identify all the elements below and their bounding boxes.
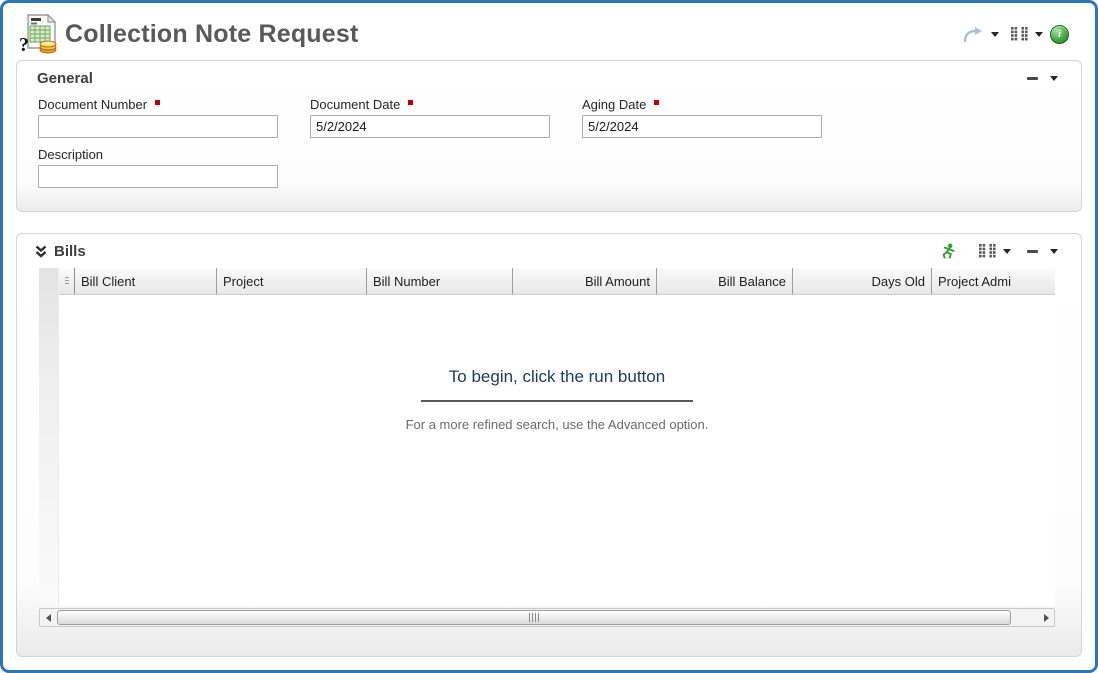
empty-state-title: To begin, click the run button — [59, 367, 1055, 387]
document-date-input[interactable] — [310, 115, 550, 138]
horizontal-scrollbar-track[interactable] — [56, 610, 1038, 625]
document-date-field: Document Date — [310, 97, 550, 138]
horizontal-scrollbar-thumb[interactable] — [57, 610, 1011, 625]
required-marker — [408, 100, 413, 105]
document-number-label: Document Number — [38, 97, 147, 112]
bills-column-chooser-caret[interactable] — [1003, 249, 1011, 254]
run-button[interactable] — [940, 243, 957, 260]
navigate-arrow-dropdown-caret[interactable] — [991, 32, 999, 37]
column-header-bill-amount[interactable]: Bill Amount — [513, 268, 657, 294]
column-header-bill-client[interactable]: Bill Client — [75, 268, 217, 294]
info-icon[interactable]: i — [1050, 25, 1069, 44]
column-header-bill-balance[interactable]: Bill Balance — [657, 268, 793, 294]
scroll-left-arrow[interactable] — [40, 609, 56, 626]
general-panel: General Document Number Document Date Ag… — [16, 60, 1082, 212]
column-chooser-dropdown-caret[interactable] — [1035, 32, 1043, 37]
general-panel-title: General — [37, 70, 93, 87]
horizontal-scrollbar[interactable] — [39, 608, 1055, 627]
bills-column-chooser-icon[interactable] — [979, 244, 1000, 259]
page-title: Collection Note Request — [65, 20, 359, 49]
bills-grid-header: Bill Client Project Bill Number Bill Amo… — [59, 268, 1055, 295]
general-panel-header: General — [17, 61, 1081, 91]
description-label: Description — [38, 147, 103, 162]
scroll-right-arrow[interactable] — [1038, 609, 1054, 626]
bills-grid: Bill Client Project Bill Number Bill Amo… — [59, 268, 1055, 606]
aging-date-label: Aging Date — [582, 97, 646, 112]
header-toolbar: i — [962, 25, 1069, 44]
document-number-field: Document Number — [38, 97, 278, 138]
document-date-label: Document Date — [310, 97, 400, 112]
grid-grip-cell — [59, 268, 75, 294]
column-header-project-admin[interactable]: Project Admi — [932, 268, 1055, 294]
thumb-grip-icon — [529, 613, 539, 622]
required-marker — [654, 100, 659, 105]
grid-empty-state: To begin, click the run button For a mor… — [59, 295, 1055, 432]
column-header-project[interactable]: Project — [217, 268, 367, 294]
required-marker — [155, 100, 160, 105]
svg-text:?: ? — [19, 34, 29, 55]
description-field: Description — [38, 147, 278, 188]
bills-panel-header: Bills — [17, 234, 1081, 264]
empty-state-divider — [421, 400, 693, 402]
description-input[interactable] — [38, 165, 278, 188]
general-collapse-icon[interactable] — [1027, 77, 1038, 80]
bills-panel-title: Bills — [54, 243, 86, 260]
general-menu-caret[interactable] — [1050, 76, 1058, 81]
document-number-input[interactable] — [38, 115, 278, 138]
collection-note-icon: ? — [18, 13, 60, 55]
bills-menu-caret[interactable] — [1050, 249, 1058, 254]
column-chooser-icon[interactable] — [1011, 27, 1032, 42]
aging-date-field: Aging Date — [582, 97, 822, 138]
empty-state-subtitle: For a more refined search, use the Advan… — [59, 417, 1055, 432]
vertical-scrollbar-track[interactable] — [39, 268, 59, 606]
bills-panel: Bills — [16, 233, 1082, 657]
aging-date-input[interactable] — [582, 115, 822, 138]
navigate-arrow-icon[interactable] — [962, 26, 984, 43]
bills-collapse-icon[interactable] — [1027, 250, 1038, 253]
bills-grid-body: To begin, click the run button For a mor… — [59, 295, 1055, 606]
grip-icon — [65, 277, 69, 286]
page-header: ? Collection Note Request — [3, 3, 1095, 60]
column-header-days-old[interactable]: Days Old — [793, 268, 932, 294]
column-header-bill-number[interactable]: Bill Number — [367, 268, 513, 294]
application-window: ? Collection Note Request — [0, 0, 1098, 673]
collapse-chevrons-icon[interactable] — [35, 245, 47, 259]
